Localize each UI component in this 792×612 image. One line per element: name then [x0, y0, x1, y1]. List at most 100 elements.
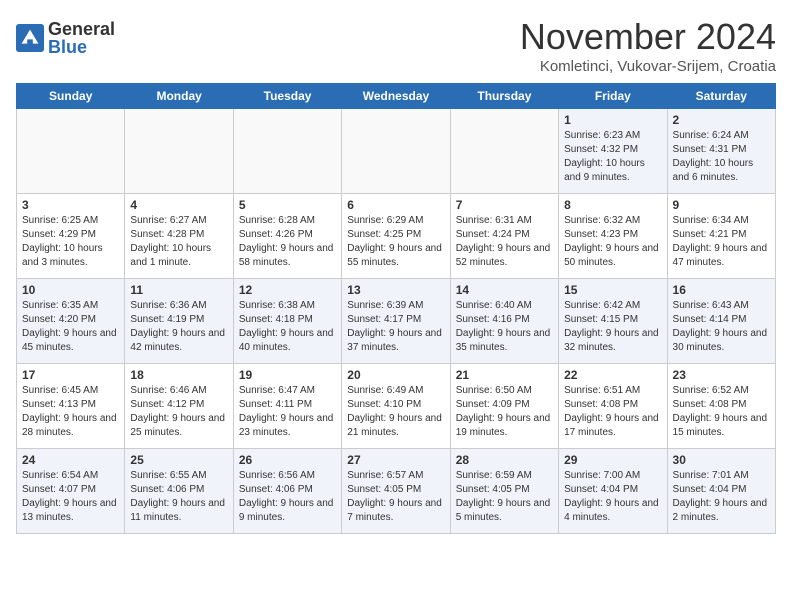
day-info: Sunrise: 6:35 AM Sunset: 4:20 PM Dayligh… [22, 299, 119, 355]
calendar-cell: 7 Sunrise: 6:31 AM Sunset: 4:24 PM Daylig… [450, 194, 558, 279]
calendar-cell: 27 Sunrise: 6:57 AM Sunset: 4:05 PM Dayli… [342, 449, 450, 534]
day-info: Sunrise: 6:59 AM Sunset: 4:05 PM Dayligh… [456, 469, 553, 525]
day-info: Sunrise: 6:57 AM Sunset: 4:05 PM Dayligh… [347, 469, 444, 525]
day-number: 7 [456, 198, 553, 212]
day-number: 28 [456, 453, 553, 467]
day-info: Sunrise: 6:46 AM Sunset: 4:12 PM Dayligh… [130, 384, 227, 440]
weekday-header-saturday: Saturday [667, 84, 775, 109]
page-header: General Blue November 2024 Komletinci, V… [16, 16, 776, 75]
calendar-cell [342, 109, 450, 194]
calendar-header: SundayMondayTuesdayWednesdayThursdayFrid… [17, 84, 776, 109]
calendar-cell: 28 Sunrise: 6:59 AM Sunset: 4:05 PM Dayli… [450, 449, 558, 534]
calendar-cell: 9 Sunrise: 6:34 AM Sunset: 4:21 PM Daylig… [667, 194, 775, 279]
day-number: 12 [239, 283, 336, 297]
day-info: Sunrise: 6:36 AM Sunset: 4:19 PM Dayligh… [130, 299, 227, 355]
calendar-cell: 15 Sunrise: 6:42 AM Sunset: 4:15 PM Dayli… [559, 279, 667, 364]
calendar-week-row: 17 Sunrise: 6:45 AM Sunset: 4:13 PM Dayli… [17, 364, 776, 449]
logo-text: General Blue [48, 20, 115, 56]
day-number: 19 [239, 368, 336, 382]
day-info: Sunrise: 6:31 AM Sunset: 4:24 PM Dayligh… [456, 214, 553, 270]
day-number: 20 [347, 368, 444, 382]
calendar-cell [450, 109, 558, 194]
day-number: 27 [347, 453, 444, 467]
calendar-cell: 13 Sunrise: 6:39 AM Sunset: 4:17 PM Dayli… [342, 279, 450, 364]
day-info: Sunrise: 6:56 AM Sunset: 4:06 PM Dayligh… [239, 469, 336, 525]
day-number: 29 [564, 453, 661, 467]
logo-general-text: General [48, 20, 115, 38]
day-number: 4 [130, 198, 227, 212]
calendar-cell [125, 109, 233, 194]
weekday-header-monday: Monday [125, 84, 233, 109]
day-number: 16 [673, 283, 770, 297]
day-number: 5 [239, 198, 336, 212]
day-info: Sunrise: 6:25 AM Sunset: 4:29 PM Dayligh… [22, 214, 119, 270]
weekday-header-tuesday: Tuesday [233, 84, 341, 109]
calendar-week-row: 3 Sunrise: 6:25 AM Sunset: 4:29 PM Daylig… [17, 194, 776, 279]
calendar-cell: 3 Sunrise: 6:25 AM Sunset: 4:29 PM Daylig… [17, 194, 125, 279]
day-info: Sunrise: 6:39 AM Sunset: 4:17 PM Dayligh… [347, 299, 444, 355]
day-info: Sunrise: 6:34 AM Sunset: 4:21 PM Dayligh… [673, 214, 770, 270]
day-info: Sunrise: 6:32 AM Sunset: 4:23 PM Dayligh… [564, 214, 661, 270]
calendar-cell: 17 Sunrise: 6:45 AM Sunset: 4:13 PM Dayli… [17, 364, 125, 449]
day-info: Sunrise: 6:51 AM Sunset: 4:08 PM Dayligh… [564, 384, 661, 440]
calendar-cell: 2Sunrise: 6:24 AM Sunset: 4:31 PM Daylig… [667, 109, 775, 194]
calendar-week-row: 1Sunrise: 6:23 AM Sunset: 4:32 PM Daylig… [17, 109, 776, 194]
day-info: Sunrise: 7:00 AM Sunset: 4:04 PM Dayligh… [564, 469, 661, 525]
calendar-cell: 21 Sunrise: 6:50 AM Sunset: 4:09 PM Dayli… [450, 364, 558, 449]
day-number: 2 [673, 113, 770, 127]
calendar-cell: 10Sunrise: 6:35 AM Sunset: 4:20 PM Dayli… [17, 279, 125, 364]
calendar-cell: 24 Sunrise: 6:54 AM Sunset: 4:07 PM Dayli… [17, 449, 125, 534]
calendar-table: SundayMondayTuesdayWednesdayThursdayFrid… [16, 83, 776, 534]
logo-blue-text: Blue [48, 38, 115, 56]
calendar-cell: 12 Sunrise: 6:38 AM Sunset: 4:18 PM Dayli… [233, 279, 341, 364]
day-number: 14 [456, 283, 553, 297]
day-number: 23 [673, 368, 770, 382]
title-block: November 2024 Komletinci, Vukovar-Srijem… [520, 16, 776, 75]
calendar-cell: 16 Sunrise: 6:43 AM Sunset: 4:14 PM Dayli… [667, 279, 775, 364]
calendar-cell: 14 Sunrise: 6:40 AM Sunset: 4:16 PM Dayli… [450, 279, 558, 364]
day-number: 9 [673, 198, 770, 212]
calendar-cell: 1Sunrise: 6:23 AM Sunset: 4:32 PM Daylig… [559, 109, 667, 194]
day-number: 17 [22, 368, 119, 382]
calendar-week-row: 10Sunrise: 6:35 AM Sunset: 4:20 PM Dayli… [17, 279, 776, 364]
calendar-cell: 20Sunrise: 6:49 AM Sunset: 4:10 PM Dayli… [342, 364, 450, 449]
calendar-cell: 4 Sunrise: 6:27 AM Sunset: 4:28 PM Daylig… [125, 194, 233, 279]
day-info: Sunrise: 6:27 AM Sunset: 4:28 PM Dayligh… [130, 214, 227, 270]
weekday-row: SundayMondayTuesdayWednesdayThursdayFrid… [17, 84, 776, 109]
calendar-cell: 5 Sunrise: 6:28 AM Sunset: 4:26 PM Daylig… [233, 194, 341, 279]
day-number: 1 [564, 113, 661, 127]
day-info: Sunrise: 6:54 AM Sunset: 4:07 PM Dayligh… [22, 469, 119, 525]
day-info: Sunrise: 6:42 AM Sunset: 4:15 PM Dayligh… [564, 299, 661, 355]
calendar-cell: 11Sunrise: 6:36 AM Sunset: 4:19 PM Dayli… [125, 279, 233, 364]
calendar-cell [17, 109, 125, 194]
day-number: 22 [564, 368, 661, 382]
day-info: Sunrise: 6:38 AM Sunset: 4:18 PM Dayligh… [239, 299, 336, 355]
day-info: Sunrise: 6:40 AM Sunset: 4:16 PM Dayligh… [456, 299, 553, 355]
day-info: Sunrise: 6:45 AM Sunset: 4:13 PM Dayligh… [22, 384, 119, 440]
calendar-cell: 18 Sunrise: 6:46 AM Sunset: 4:12 PM Dayli… [125, 364, 233, 449]
month-title: November 2024 [520, 16, 776, 58]
day-number: 21 [456, 368, 553, 382]
calendar-cell: 19Sunrise: 6:47 AM Sunset: 4:11 PM Dayli… [233, 364, 341, 449]
day-number: 15 [564, 283, 661, 297]
day-number: 6 [347, 198, 444, 212]
calendar-cell: 26Sunrise: 6:56 AM Sunset: 4:06 PM Dayli… [233, 449, 341, 534]
day-number: 18 [130, 368, 227, 382]
calendar-cell: 23 Sunrise: 6:52 AM Sunset: 4:08 PM Dayli… [667, 364, 775, 449]
day-info: Sunrise: 6:50 AM Sunset: 4:09 PM Dayligh… [456, 384, 553, 440]
day-info: Sunrise: 7:01 AM Sunset: 4:04 PM Dayligh… [673, 469, 770, 525]
logo-icon [16, 24, 44, 52]
day-info: Sunrise: 6:43 AM Sunset: 4:14 PM Dayligh… [673, 299, 770, 355]
calendar-cell: 30 Sunrise: 7:01 AM Sunset: 4:04 PM Dayli… [667, 449, 775, 534]
day-number: 30 [673, 453, 770, 467]
day-number: 8 [564, 198, 661, 212]
day-info: Sunrise: 6:55 AM Sunset: 4:06 PM Dayligh… [130, 469, 227, 525]
day-info: Sunrise: 6:28 AM Sunset: 4:26 PM Dayligh… [239, 214, 336, 270]
day-number: 25 [130, 453, 227, 467]
day-info: Sunrise: 6:52 AM Sunset: 4:08 PM Dayligh… [673, 384, 770, 440]
day-number: 3 [22, 198, 119, 212]
calendar-body: 1Sunrise: 6:23 AM Sunset: 4:32 PM Daylig… [17, 109, 776, 534]
calendar-cell: 6Sunrise: 6:29 AM Sunset: 4:25 PM Daylig… [342, 194, 450, 279]
day-number: 13 [347, 283, 444, 297]
day-number: 24 [22, 453, 119, 467]
